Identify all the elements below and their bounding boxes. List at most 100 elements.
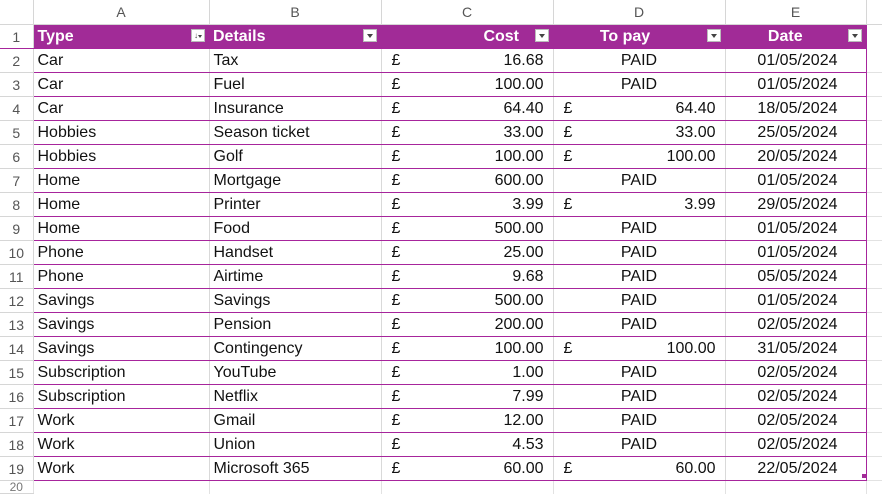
filter-dropdown-icon[interactable] (535, 29, 549, 42)
cell-f[interactable] (866, 360, 882, 385)
cell-cost[interactable]: £60.00 (381, 456, 554, 481)
cell-date[interactable]: 01/05/2024 (725, 216, 867, 241)
cell-cost[interactable]: £100.00 (381, 72, 554, 97)
cell-to-pay[interactable]: PAID (553, 312, 726, 337)
cell-empty[interactable] (553, 480, 726, 494)
cell-date[interactable]: 02/05/2024 (725, 312, 867, 337)
header-date-cell[interactable]: Date (725, 24, 867, 49)
cell-empty[interactable] (33, 480, 210, 494)
row-header-1[interactable]: 1 (0, 24, 34, 49)
cell-date[interactable]: 31/05/2024 (725, 336, 867, 361)
cell-details[interactable]: Insurance (209, 96, 382, 121)
cell-date[interactable]: 01/05/2024 (725, 72, 867, 97)
cell-date[interactable]: 20/05/2024 (725, 144, 867, 169)
cell-f[interactable] (866, 384, 882, 409)
column-header-e[interactable]: E (725, 0, 867, 25)
cell-date[interactable]: 02/05/2024 (725, 384, 867, 409)
row-header[interactable]: 7 (0, 168, 34, 193)
cell-details[interactable]: Fuel (209, 72, 382, 97)
cell-empty[interactable] (381, 480, 554, 494)
cell-details[interactable]: Microsoft 365 (209, 456, 382, 481)
cell-to-pay[interactable]: £33.00 (553, 120, 726, 145)
cell-date[interactable]: 01/05/2024 (725, 168, 867, 193)
cell-to-pay[interactable]: PAID (553, 48, 726, 73)
row-header[interactable]: 19 (0, 456, 34, 481)
row-header[interactable]: 2 (0, 48, 34, 73)
row-header[interactable]: 12 (0, 288, 34, 313)
cell-to-pay[interactable]: £3.99 (553, 192, 726, 217)
row-header[interactable]: 4 (0, 96, 34, 121)
cell-cost[interactable]: £25.00 (381, 240, 554, 265)
cell-f[interactable] (866, 240, 882, 265)
cell-type[interactable]: Phone (32, 264, 210, 289)
column-header-b[interactable]: B (209, 0, 382, 25)
cell-details[interactable]: Netflix (209, 384, 382, 409)
cell-cost[interactable]: £7.99 (381, 384, 554, 409)
cell-to-pay[interactable]: PAID (553, 408, 726, 433)
cell-to-pay[interactable]: PAID (553, 216, 726, 241)
cell-to-pay[interactable]: PAID (553, 432, 726, 457)
cell-type[interactable]: Work (32, 456, 210, 481)
cell-date[interactable]: 02/05/2024 (725, 408, 867, 433)
cell-cost[interactable]: £200.00 (381, 312, 554, 337)
cell-type[interactable]: Savings (32, 336, 210, 361)
filter-dropdown-icon[interactable] (847, 29, 862, 42)
cell-to-pay[interactable]: PAID (553, 384, 726, 409)
cell-details[interactable]: Union (209, 432, 382, 457)
sort-filter-dropdown-icon[interactable]: ↓ (191, 29, 205, 42)
cell-f1[interactable] (866, 24, 882, 49)
cell-type[interactable]: Subscription (32, 384, 210, 409)
cell-date[interactable]: 02/05/2024 (725, 360, 867, 385)
cell-type[interactable]: Car (32, 96, 210, 121)
cell-to-pay[interactable]: PAID (553, 168, 726, 193)
header-type-cell[interactable]: Type ↓ (32, 24, 209, 49)
cell-to-pay[interactable]: PAID (553, 360, 726, 385)
cell-type[interactable]: Subscription (32, 360, 210, 385)
cell-cost[interactable]: £4.53 (381, 432, 554, 457)
cell-cost[interactable]: £12.00 (381, 408, 554, 433)
row-header[interactable]: 9 (0, 216, 34, 241)
cell-type[interactable]: Hobbies (32, 120, 210, 145)
cell-details[interactable]: YouTube (209, 360, 382, 385)
cell-to-pay[interactable]: £100.00 (553, 144, 726, 169)
cell-to-pay[interactable]: £100.00 (553, 336, 726, 361)
cell-cost[interactable]: £64.40 (381, 96, 554, 121)
header-to-pay-cell[interactable]: To pay (553, 24, 725, 49)
cell-date[interactable]: 01/05/2024 (725, 288, 867, 313)
header-cost-cell[interactable]: Cost (381, 24, 553, 49)
cell-type[interactable]: Home (32, 216, 210, 241)
cell-date[interactable]: 05/05/2024 (725, 264, 867, 289)
column-header-f[interactable] (866, 0, 882, 25)
cell-f[interactable] (866, 408, 882, 433)
cell-details[interactable]: Pension (209, 312, 382, 337)
cell-f[interactable] (866, 120, 882, 145)
header-details-cell[interactable]: Details (209, 24, 381, 49)
cell-type[interactable]: Car (32, 72, 210, 97)
filter-dropdown-icon[interactable] (363, 29, 377, 42)
cell-f[interactable] (866, 456, 882, 481)
cell-details[interactable]: Printer (209, 192, 382, 217)
cell-type[interactable]: Home (32, 168, 210, 193)
column-header-a[interactable]: A (33, 0, 210, 25)
cell-date[interactable]: 01/05/2024 (725, 48, 867, 73)
column-header-c[interactable]: C (381, 0, 554, 25)
cell-details[interactable]: Tax (209, 48, 382, 73)
cell-details[interactable]: Mortgage (209, 168, 382, 193)
cell-cost[interactable]: £500.00 (381, 288, 554, 313)
row-header[interactable]: 13 (0, 312, 34, 337)
row-header[interactable]: 15 (0, 360, 34, 385)
cell-f[interactable] (866, 264, 882, 289)
cell-cost[interactable]: £100.00 (381, 336, 554, 361)
cell-type[interactable]: Phone (32, 240, 210, 265)
cell-f[interactable] (866, 168, 882, 193)
cell-f[interactable] (866, 96, 882, 121)
cell-to-pay[interactable]: £60.00 (553, 456, 726, 481)
cell-f[interactable] (866, 432, 882, 457)
cell-cost[interactable]: £100.00 (381, 144, 554, 169)
cell-f[interactable] (866, 144, 882, 169)
row-header[interactable]: 14 (0, 336, 34, 361)
cell-cost[interactable]: £9.68 (381, 264, 554, 289)
cell-date[interactable]: 29/05/2024 (725, 192, 867, 217)
cell-cost[interactable]: £33.00 (381, 120, 554, 145)
cell-to-pay[interactable]: £64.40 (553, 96, 726, 121)
